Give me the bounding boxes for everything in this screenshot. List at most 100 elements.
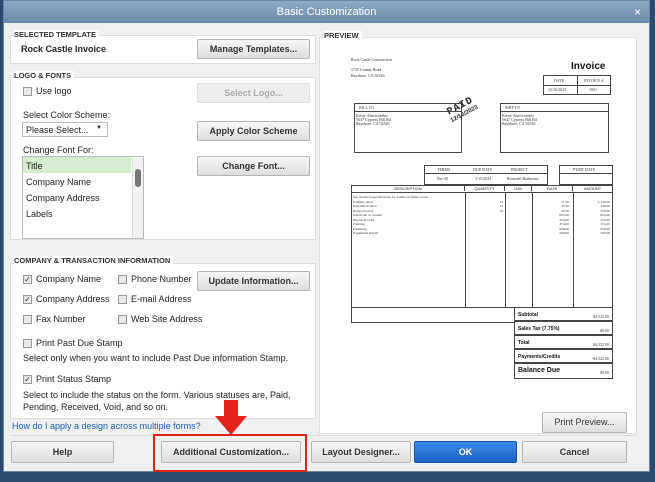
total-row: Subtotal $4,522.00 [514,307,613,321]
total-label: Payments/Credits [518,354,561,360]
email-address-label: E-mail Address [131,294,192,304]
date-box: DATE INVOICE # 12/16/2023 1001 [543,75,611,95]
phone-number-label: Phone Number [131,274,192,284]
scrollbar-thumb[interactable] [135,169,141,187]
divider [573,193,574,307]
bill-to-box: BILL TO Kristy Abercrombie 5647 Cypress … [354,103,462,153]
color-scheme-label: Select Color Scheme: [23,110,111,120]
divider [560,173,612,174]
help-link[interactable]: How do I apply a design across multiple … [12,421,201,431]
line-item-description: See attached specifications for details … [353,195,429,199]
terms-box: TERMS DUE DATE PROJECT Net 30 1/15/2024 … [424,165,548,185]
cancel-button[interactable]: Cancel [522,441,627,463]
line-item-rate: 500.00 [559,231,569,235]
line-item-amount: 275.00 [600,217,610,222]
select-logo-button[interactable]: Select Logo... [197,83,310,103]
total-row: Balance Due $0.00 [514,363,613,379]
email-address-checkbox[interactable] [118,295,127,304]
divider [465,193,466,307]
total-label: Sales Tax (7.75%) [518,326,560,332]
invoice-date: 12/16/2023 [548,87,567,92]
total-value: $0.00 [600,328,609,333]
line-item-amount: 500.00 [600,231,610,235]
line-items-table: DESCRIPTION QUANTITY U/M RATE AMOUNT See… [351,185,613,308]
total-label: Balance Due [518,367,561,374]
project-header: PROJECT [511,167,528,172]
line-item-amount: 546.00 [600,204,610,208]
total-value: $0.00 [600,370,609,375]
help-button[interactable]: Help [11,441,114,463]
total-row: Sales Tax (7.75%) $0.00 [514,321,613,335]
divider [501,111,608,112]
company-address-checkbox[interactable]: ✓ [23,295,32,304]
line-item-rate: 374.00 [559,222,569,226]
list-item[interactable]: Company Address [26,193,100,203]
past-due-label: Print Past Due Stamp [36,338,123,348]
due-date-value: 1/15/2024 [475,176,492,181]
update-information-button[interactable]: Update Information... [197,271,310,291]
company-name-checkbox[interactable]: ✓ [23,275,32,284]
use-logo-checkbox[interactable] [23,87,32,96]
line-item-quantity: 16 [499,199,504,204]
status-stamp-label: Print Status Stamp [36,374,112,384]
divider [532,193,533,307]
line-item-description: Painting [353,222,365,226]
line-item-description: Equipment Rental [353,231,379,235]
scrollbar[interactable] [132,157,143,238]
manage-templates-button[interactable]: Manage Templates... [197,39,310,59]
chevron-down-icon: ▼ [96,125,102,131]
color-scheme-select[interactable]: Please Select... ▼ [22,122,108,137]
line-item-rate: 825.00 [559,213,569,217]
column-header: RATE [532,186,573,191]
column-header: QUANTITY [465,186,505,191]
status-stamp-note: Select to include the status on the form… [23,390,291,412]
line-item-quantity: 12 [499,204,504,208]
logo-fonts-heading: LOGO & FONTS [14,71,75,80]
basic-customization-dialog: Basic Customization × SELECTED TEMPLATE … [3,0,650,472]
past-due-checkbox[interactable] [23,339,32,348]
bill-to-header: BILL TO [359,105,374,110]
total-value: -$4,522.00 [591,356,609,361]
line-item-description: Plumbing [353,226,367,231]
change-font-button[interactable]: Change Font... [197,156,310,176]
apply-color-scheme-button[interactable]: Apply Color Scheme [197,121,310,141]
ok-button[interactable]: OK [414,441,517,463]
list-item[interactable]: Company Name [26,177,91,187]
divider [355,111,461,112]
line-item-description: Removal labor [353,208,374,213]
divider [505,193,506,307]
fax-number-checkbox[interactable] [23,315,32,324]
phone-number-checkbox[interactable] [118,275,127,284]
line-item-description: Framing labor [353,199,373,204]
font-element-list[interactable]: Title Company Name Company Address Label… [22,156,144,239]
title-bar: Basic Customization [4,1,649,23]
layout-designer-button[interactable]: Layout Designer... [311,441,411,463]
company-address-label: Company Address [36,294,110,304]
invoice-title: Invoice [571,61,606,72]
due-date-header: DUE DATE [473,167,493,172]
red-arrow-icon [215,400,247,435]
invoice-preview: Rock Castle Construction 1735 County Roa… [339,43,629,398]
company-info-heading: COMPANY & TRANSACTION INFORMATION [14,256,174,265]
line-item-amount: 728.00 [600,208,610,213]
color-scheme-value: Please Select... [26,125,89,135]
print-preview-button[interactable]: Print Preview... [542,412,627,433]
terms-value: Net 30 [437,176,448,181]
project-value: Remodel Bathroom [507,176,539,181]
total-row: Total $4,522.00 [514,335,613,349]
close-icon[interactable]: × [634,1,641,23]
total-label: Total [518,340,530,346]
line-item-amount: 825.00 [600,213,610,217]
column-header: DESCRIPTION [352,186,465,191]
divider [577,76,578,94]
highlight-box [153,434,307,472]
list-item[interactable]: Labels [26,209,53,219]
web-site-checkbox[interactable] [118,315,127,324]
total-row: Payments/Credits -$4,522.00 [514,349,613,363]
list-item[interactable]: Title [26,161,43,171]
payment-date-header: PYMT DATE [573,167,596,172]
ship-to-box: SHIP TO Kristy Abercrombie 5647 Cypress … [500,103,609,153]
line-item-rate: 275.00 [559,217,569,222]
line-item-description: Installation labor [353,204,377,208]
status-stamp-checkbox[interactable]: ✓ [23,375,32,384]
